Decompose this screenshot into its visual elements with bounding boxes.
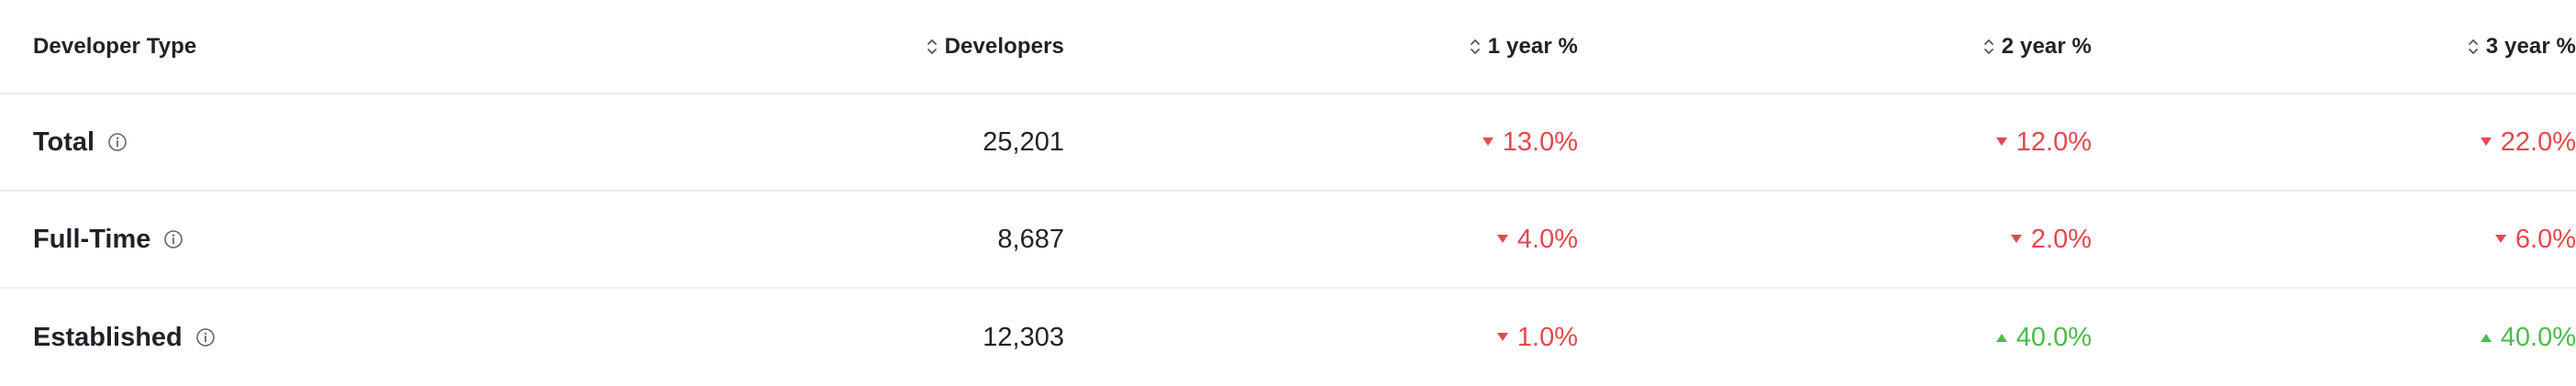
triangle-up-icon xyxy=(1995,334,2007,342)
y3-cell: 40.0% xyxy=(2092,323,2576,353)
y2-cell: 12.0% xyxy=(1578,127,2092,158)
y2-value: 40.0% xyxy=(2015,322,2092,352)
col-developers[interactable]: Developers xyxy=(661,34,1064,60)
y3-delta: 22.0% xyxy=(2479,127,2576,158)
y2-cell: 2.0% xyxy=(1578,225,2092,255)
y1-cell: 1.0% xyxy=(1064,323,1578,353)
y2-delta: 12.0% xyxy=(1994,127,2092,158)
triangle-down-icon xyxy=(1496,235,1508,243)
table-row: Established 12,303 1.0% 40.0% 40.0% xyxy=(0,289,2576,386)
y2-value: 2.0% xyxy=(2030,224,2092,254)
triangle-down-icon xyxy=(2480,138,2492,146)
triangle-down-icon xyxy=(2494,235,2506,243)
y3-value: 6.0% xyxy=(2515,224,2576,254)
col-developer-type-label: Developer Type xyxy=(33,33,197,59)
developers-value: 12,303 xyxy=(983,322,1064,352)
info-icon[interactable] xyxy=(195,327,216,347)
row-type-cell: Total xyxy=(33,127,661,158)
triangle-down-icon xyxy=(1995,138,2007,146)
developers-cell: 12,303 xyxy=(661,323,1064,353)
y3-cell: 6.0% xyxy=(2092,225,2576,255)
triangle-up-icon xyxy=(2480,334,2492,342)
row-type-name: Established xyxy=(33,322,183,352)
row-type-cell: Established xyxy=(33,323,661,353)
col-developers-label: Developers xyxy=(944,33,1064,59)
table-header: Developer Type Developers 1 year % 2 yea… xyxy=(0,0,2576,94)
info-icon[interactable] xyxy=(107,132,128,152)
y1-value: 13.0% xyxy=(1502,127,1578,157)
y1-delta: 13.0% xyxy=(1481,127,1578,158)
y1-delta: 1.0% xyxy=(1495,323,1578,353)
y2-value: 12.0% xyxy=(2015,127,2092,157)
y3-value: 22.0% xyxy=(2500,127,2576,157)
y1-delta: 4.0% xyxy=(1495,225,1578,255)
row-type-name: Full-Time xyxy=(33,224,151,254)
triangle-down-icon xyxy=(1482,138,1493,146)
developers-cell: 8,687 xyxy=(661,225,1064,255)
col-1-year[interactable]: 1 year % xyxy=(1064,34,1578,60)
col-developer-type: Developer Type xyxy=(33,34,661,60)
row-type-cell: Full-Time xyxy=(33,225,661,255)
developers-value: 25,201 xyxy=(983,127,1064,157)
col-1-year-label: 1 year % xyxy=(1487,33,1578,59)
y2-delta: 2.0% xyxy=(2009,225,2092,255)
y1-value: 4.0% xyxy=(1516,224,1578,254)
row-type-name: Total xyxy=(33,127,95,157)
y1-cell: 13.0% xyxy=(1064,127,1578,158)
developers-cell: 25,201 xyxy=(661,127,1064,158)
y2-delta: 40.0% xyxy=(1994,323,2092,353)
y3-delta: 40.0% xyxy=(2479,323,2576,353)
y3-delta: 6.0% xyxy=(2493,225,2576,255)
table-row: Full-Time 8,687 4.0% 2.0% 6.0% xyxy=(0,192,2576,289)
sort-icon xyxy=(1983,39,1993,54)
y3-value: 40.0% xyxy=(2500,322,2576,352)
developers-value: 8,687 xyxy=(997,224,1064,254)
sort-icon xyxy=(1470,39,1480,54)
col-3-year-label: 3 year % xyxy=(2485,33,2576,59)
y1-cell: 4.0% xyxy=(1064,225,1578,255)
y2-cell: 40.0% xyxy=(1578,323,2092,353)
table-row: Total 25,201 13.0% 12.0% 22.0% xyxy=(0,94,2576,192)
info-icon[interactable] xyxy=(163,229,183,249)
y3-cell: 22.0% xyxy=(2092,127,2576,158)
triangle-down-icon xyxy=(1496,333,1508,341)
triangle-down-icon xyxy=(2010,235,2022,243)
y1-value: 1.0% xyxy=(1516,322,1578,352)
col-2-year-label: 2 year % xyxy=(2001,33,2092,59)
developer-table: Developer Type Developers 1 year % 2 yea… xyxy=(0,0,2576,386)
sort-icon xyxy=(927,39,937,54)
sort-icon xyxy=(2468,39,2478,54)
col-3-year[interactable]: 3 year % xyxy=(2092,34,2576,60)
col-2-year[interactable]: 2 year % xyxy=(1578,34,2092,60)
